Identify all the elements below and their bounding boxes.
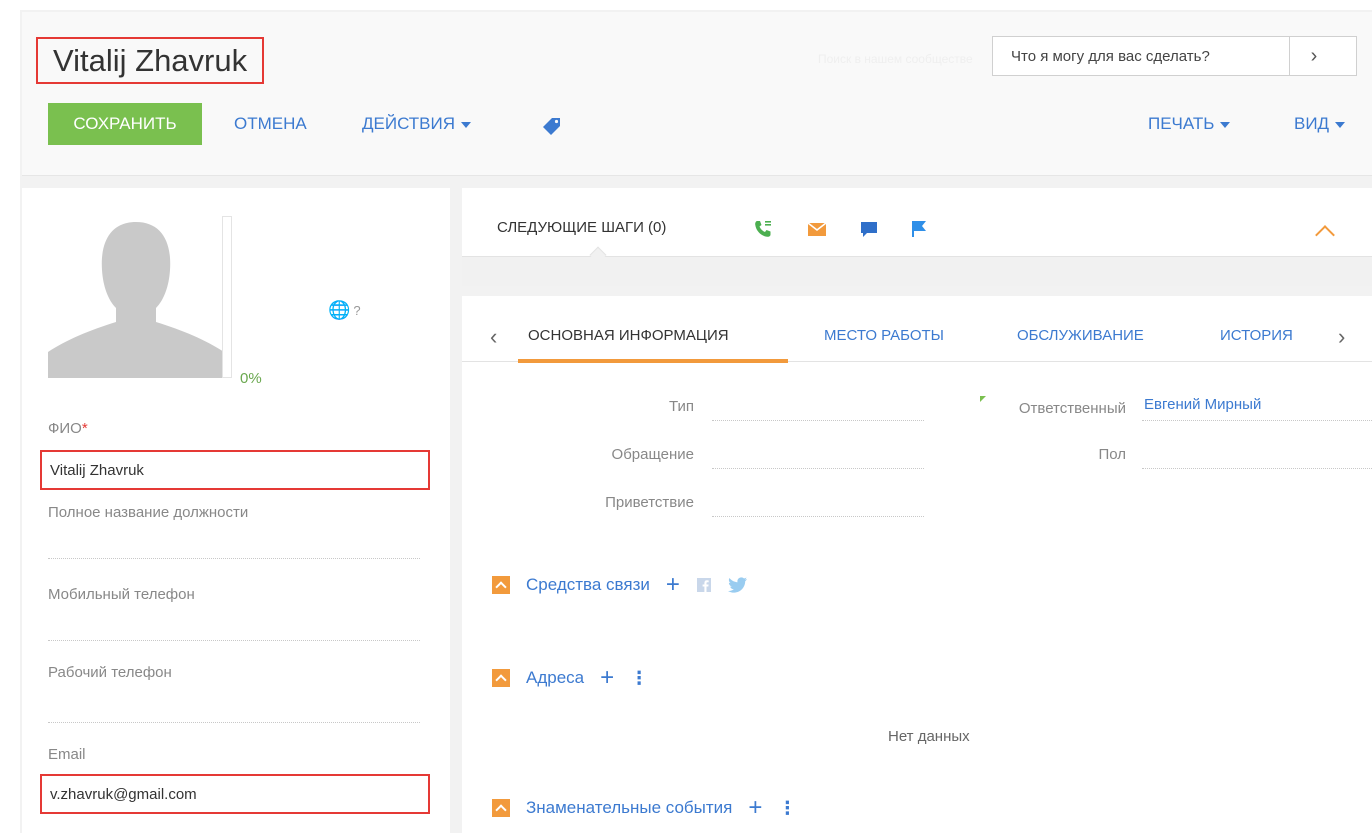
- cancel-button[interactable]: ОТМЕНА: [234, 114, 307, 134]
- more-options-icon[interactable]: ⋮: [778, 798, 796, 819]
- page-title-highlight: Vitalij Zhavruk: [36, 37, 265, 84]
- phone-icon[interactable]: [752, 218, 774, 240]
- mobile-phone-label: Мобильный телефон: [48, 586, 195, 603]
- twitter-icon[interactable]: [727, 577, 748, 593]
- owner-field[interactable]: [1142, 420, 1372, 421]
- greeting-field[interactable]: [712, 516, 924, 517]
- next-steps-title[interactable]: СЛЕДУЮЩИЕ ШАГИ (0): [497, 219, 666, 236]
- save-button[interactable]: СОХРАНИТЬ: [48, 103, 202, 145]
- collapse-icon[interactable]: [1315, 225, 1335, 245]
- gender-label: Пол: [1098, 446, 1126, 463]
- work-phone-label: Рабочий телефон: [48, 664, 172, 681]
- completeness-bar: [222, 216, 232, 378]
- tab-workplace[interactable]: МЕСТО РАБОТЫ: [824, 327, 944, 344]
- facebook-icon[interactable]: [696, 577, 712, 593]
- section-events: Знаменательные события + ⋮: [492, 796, 796, 820]
- completeness-value: 0%: [240, 370, 262, 387]
- next-steps-panel: СЛЕДУЮЩИЕ ШАГИ (0): [462, 188, 1372, 286]
- email-icon[interactable]: [806, 218, 828, 240]
- fio-field[interactable]: Vitalij Zhavruk: [40, 450, 430, 490]
- collapse-toggle-icon[interactable]: [492, 576, 510, 594]
- job-title-field[interactable]: [48, 558, 420, 559]
- actions-label: ДЕЙСТВИЯ: [362, 114, 456, 133]
- avatar[interactable]: [48, 216, 224, 378]
- actions-button[interactable]: ДЕЙСТВИЯ: [362, 114, 472, 134]
- tab-main-info[interactable]: ОСНОВНАЯ ИНФОРМАЦИЯ: [528, 327, 729, 344]
- gender-field[interactable]: [1142, 468, 1372, 469]
- type-field[interactable]: [712, 420, 924, 421]
- profile-panel: 0% 🌐 ? ФИО* Vitalij Zhavruk Полное назва…: [22, 188, 450, 833]
- section-addresses: Адреса + ⋮: [492, 666, 648, 690]
- mobile-phone-field[interactable]: [48, 640, 420, 641]
- ghost-search-text: Поиск в нашем сообществе: [818, 52, 973, 66]
- command-go-icon[interactable]: ›: [1290, 45, 1338, 68]
- empty-state-text: Нет данных: [888, 728, 970, 745]
- page-header: Vitalij Zhavruk Поиск в нашем сообществе…: [22, 12, 1372, 176]
- section-title[interactable]: Знаменательные события: [526, 798, 732, 818]
- tag-icon[interactable]: [542, 116, 562, 136]
- email-field[interactable]: v.zhavruk@gmail.com: [40, 774, 430, 814]
- chevron-down-icon: [1335, 122, 1346, 128]
- greeting-label: Приветствие: [605, 494, 694, 511]
- job-title-label: Полное название должности: [48, 504, 249, 521]
- chevron-down-icon: [1220, 122, 1231, 128]
- chat-icon[interactable]: [858, 218, 880, 240]
- print-label: ПЕЧАТЬ: [1148, 114, 1215, 133]
- view-button[interactable]: ВИД: [1294, 114, 1346, 134]
- email-label: Email: [48, 746, 86, 763]
- active-tab-indicator: [518, 359, 788, 363]
- timezone-hint: ?: [353, 303, 361, 318]
- chevron-down-icon: [461, 122, 472, 128]
- tabs-prev-icon[interactable]: ‹: [490, 324, 497, 350]
- main-content: ‹ ОСНОВНАЯ ИНФОРМАЦИЯ МЕСТО РАБОТЫ ОБСЛУ…: [462, 296, 1372, 833]
- tab-history[interactable]: ИСТОРИЯ: [1220, 327, 1293, 344]
- print-button[interactable]: ПЕЧАТЬ: [1148, 114, 1231, 134]
- required-marker: *: [81, 420, 88, 437]
- globe-icon: 🌐: [328, 300, 351, 320]
- cancel-label: ОТМЕНА: [234, 114, 307, 133]
- collapse-toggle-icon[interactable]: [492, 669, 510, 687]
- tab-bar: ‹ ОСНОВНАЯ ИНФОРМАЦИЯ МЕСТО РАБОТЫ ОБСЛУ…: [462, 296, 1372, 363]
- more-options-icon[interactable]: ⋮: [630, 668, 648, 689]
- collapse-toggle-icon[interactable]: [492, 799, 510, 817]
- flag-icon[interactable]: [908, 218, 930, 240]
- section-title[interactable]: Адреса: [526, 668, 584, 688]
- add-icon[interactable]: +: [666, 573, 680, 597]
- tab-service[interactable]: ОБСЛУЖИВАНИЕ: [1017, 327, 1144, 344]
- section-title[interactable]: Средства связи: [526, 575, 650, 595]
- command-input[interactable]: Что я могу для вас сделать?: [993, 48, 1289, 65]
- add-icon[interactable]: +: [600, 666, 614, 690]
- work-phone-field[interactable]: [48, 722, 420, 723]
- fio-label: ФИО*: [48, 420, 88, 437]
- address-form-label: Обращение: [611, 446, 694, 463]
- section-communication: Средства связи +: [492, 573, 748, 597]
- type-label: Тип: [668, 398, 694, 415]
- command-line[interactable]: Что я могу для вас сделать? ›: [992, 36, 1357, 76]
- owner-label: Ответственный: [1018, 400, 1126, 417]
- address-form-field[interactable]: [712, 468, 924, 469]
- owner-value[interactable]: Евгений Мирный: [1144, 396, 1261, 413]
- page-title: Vitalij Zhavruk: [53, 42, 248, 78]
- tabs-next-icon[interactable]: ›: [1338, 324, 1345, 350]
- fio-label-text: ФИО: [48, 420, 82, 437]
- view-label: ВИД: [1294, 114, 1330, 133]
- add-icon[interactable]: +: [748, 796, 762, 820]
- timezone-indicator[interactable]: 🌐 ?: [328, 300, 361, 321]
